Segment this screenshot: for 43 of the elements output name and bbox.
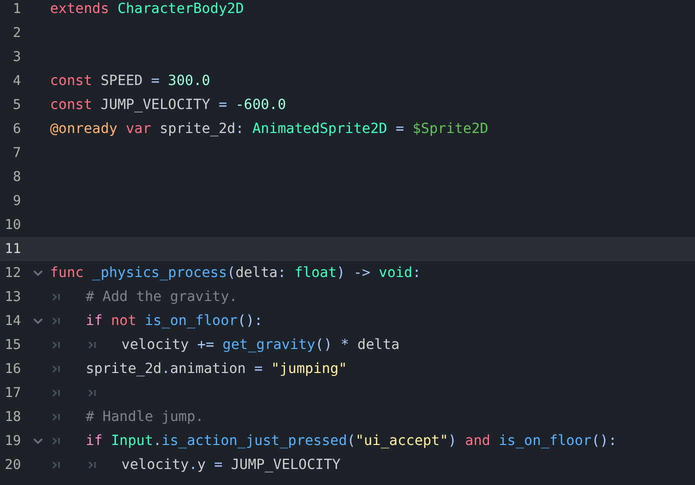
tab-marker-icon [88,389,98,397]
line-number: 17 [4,385,21,401]
line-number: 20 [4,457,21,473]
code-line: # Add the gravity. [86,289,238,305]
line-number: 1 [12,1,21,17]
tab-marker-icon [52,437,62,445]
code-line: velocity += get_gravity() * delta [121,337,400,353]
code-line: if Input.is_action_just_pressed("ui_accept") and is_on_floor(): [86,433,617,449]
tab-marker-icon [52,293,62,301]
line-number: 12 [4,265,21,281]
tab-marker-icon [52,317,62,325]
code-line: if not is_on_floor(): [86,313,263,329]
line-number: 6 [12,121,21,137]
tab-marker-icon [52,341,62,349]
line-number: 15 [4,337,21,353]
code-line: # Handle jump. [86,409,204,425]
line-number: 4 [12,73,21,89]
line-number: 18 [4,409,21,425]
tab-marker-icon [52,461,62,469]
tab-marker-icon [52,413,62,421]
line-number: 10 [4,217,21,233]
line-number: 9 [12,193,21,209]
tab-marker-icon [52,389,62,397]
code-line: sprite_2d.animation = "jumping" [86,361,348,377]
tab-marker-icon [52,365,62,373]
code-line: velocity.y = JUMP_VELOCITY [121,457,341,473]
line-number: 3 [12,49,21,65]
line-number: 16 [4,361,21,377]
line-number: 14 [4,313,21,329]
code-line: const SPEED = 300.0 [50,73,210,89]
line-number: 5 [12,97,21,113]
line-number: 13 [4,289,21,305]
tab-marker-icon [88,461,98,469]
code-line: @onready var sprite_2d: AnimatedSprite2D = $Sprite2D [50,121,488,137]
line-number: 2 [12,25,21,41]
line-number: 19 [4,433,21,449]
line-number: 8 [12,169,21,185]
code-line: extends CharacterBody2D [50,1,244,17]
line-number: 11 [4,241,21,257]
code-line: func _physics_process(delta: float) -> void: [50,265,421,281]
code-line: const JUMP_VELOCITY = -600.0 [50,97,286,113]
line-number: 7 [12,145,21,161]
tab-marker-icon [88,341,98,349]
